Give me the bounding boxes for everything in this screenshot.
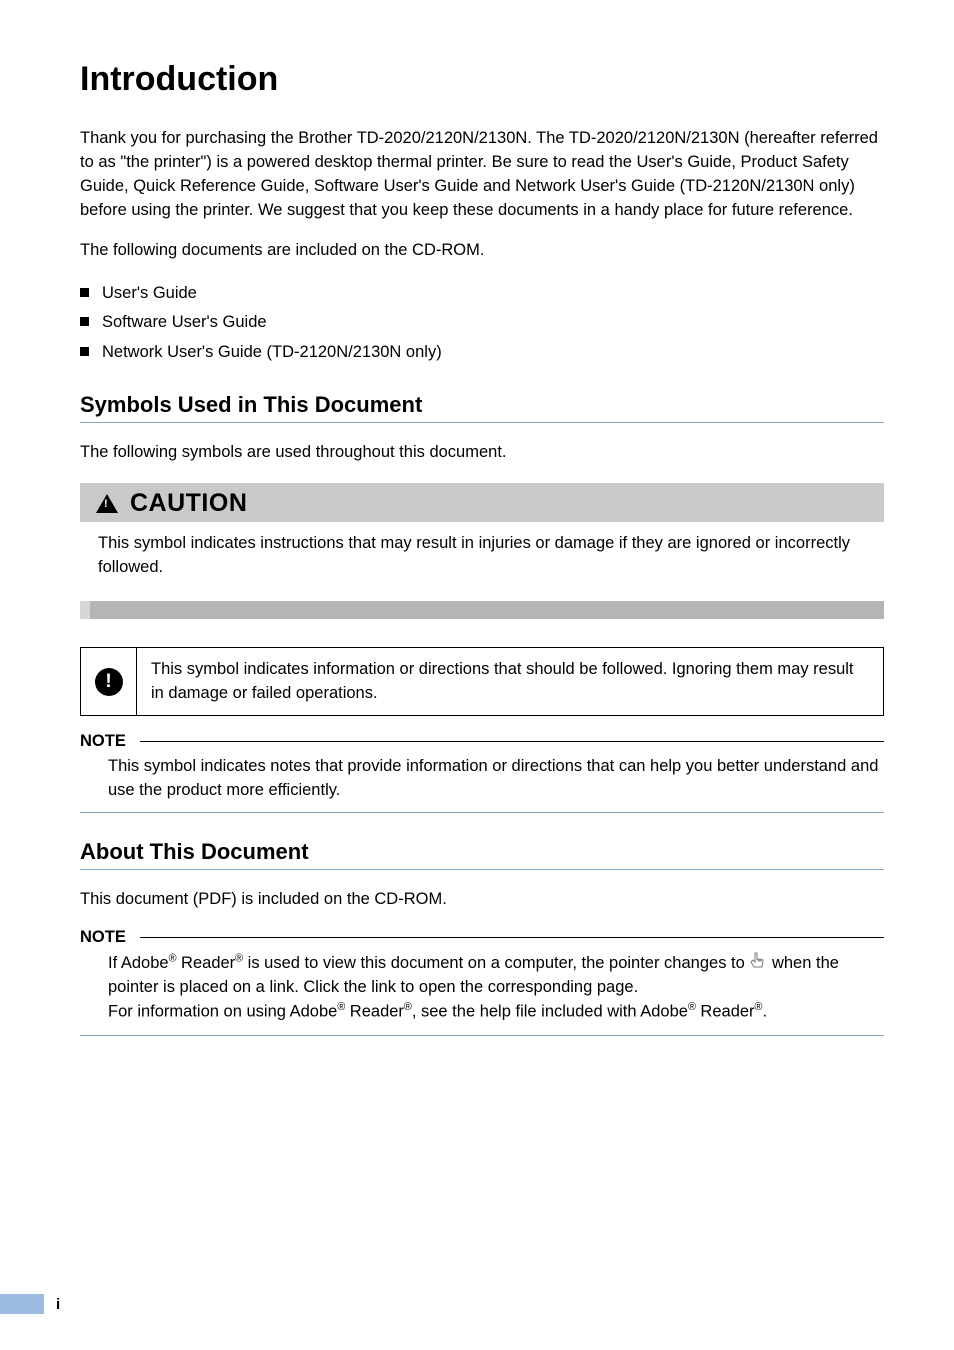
important-text: This symbol indicates information or dir… (137, 648, 883, 714)
reg-mark: ® (688, 1001, 696, 1013)
note-header-line (140, 937, 884, 938)
important-icon-cell: ! (81, 648, 137, 714)
note-header-line (140, 741, 884, 742)
note2-text: Reader (696, 1003, 755, 1021)
note-label: NOTE (80, 928, 126, 947)
pointer-hand-icon (749, 951, 767, 971)
warning-triangle-icon (96, 494, 118, 513)
footer-accent-bar (0, 1294, 44, 1314)
cdrom-intro-line: The following documents are included on … (80, 239, 884, 263)
intro-paragraph: Thank you for purchasing the Brother TD-… (80, 127, 884, 223)
page-number: i (56, 1296, 60, 1313)
note-body: This symbol indicates notes that provide… (80, 753, 884, 807)
note-body: If Adobe® Reader® is used to view this d… (80, 949, 884, 1028)
symbols-lead: The following symbols are used throughou… (80, 441, 884, 465)
note-bottom-rule (80, 812, 884, 813)
note-header: NOTE (80, 928, 884, 947)
note2-text: For information on using Adobe (108, 1003, 337, 1021)
info-circle-icon: ! (95, 668, 123, 696)
list-item: Software User's Guide (80, 308, 884, 338)
caution-footer-bar (80, 601, 884, 619)
reg-mark: ® (235, 953, 243, 965)
list-item: User's Guide (80, 279, 884, 309)
note2-text: . (762, 1003, 767, 1021)
caution-text: This symbol indicates instructions that … (80, 522, 884, 580)
note-bottom-rule (80, 1035, 884, 1036)
page-title: Introduction (80, 60, 884, 99)
caution-header: CAUTION (80, 483, 884, 522)
caution-label: CAUTION (130, 489, 247, 518)
note2-text: If Adobe (108, 954, 169, 972)
important-box: ! This symbol indicates information or d… (80, 647, 884, 715)
about-lead: This document (PDF) is included on the C… (80, 888, 884, 912)
heading-underline (80, 869, 884, 870)
note-header: NOTE (80, 732, 884, 751)
note2-text: , see the help file included with Adobe (412, 1003, 688, 1021)
page-content: Introduction Thank you for purchasing th… (0, 0, 954, 1036)
page-footer: i (0, 1292, 60, 1316)
caution-box: CAUTION This symbol indicates instructio… (80, 483, 884, 620)
list-item: Network User's Guide (TD-2120N/2130N onl… (80, 338, 884, 368)
note2-text: Reader (176, 954, 235, 972)
heading-underline (80, 422, 884, 423)
section-heading-symbols: Symbols Used in This Document (80, 392, 884, 418)
section-heading-about: About This Document (80, 839, 884, 865)
reg-mark: ® (404, 1001, 412, 1013)
note2-text: is used to view this document on a compu… (243, 954, 749, 972)
cdrom-list: User's Guide Software User's Guide Netwo… (80, 279, 884, 368)
note-label: NOTE (80, 732, 126, 751)
note2-text: Reader (345, 1003, 404, 1021)
